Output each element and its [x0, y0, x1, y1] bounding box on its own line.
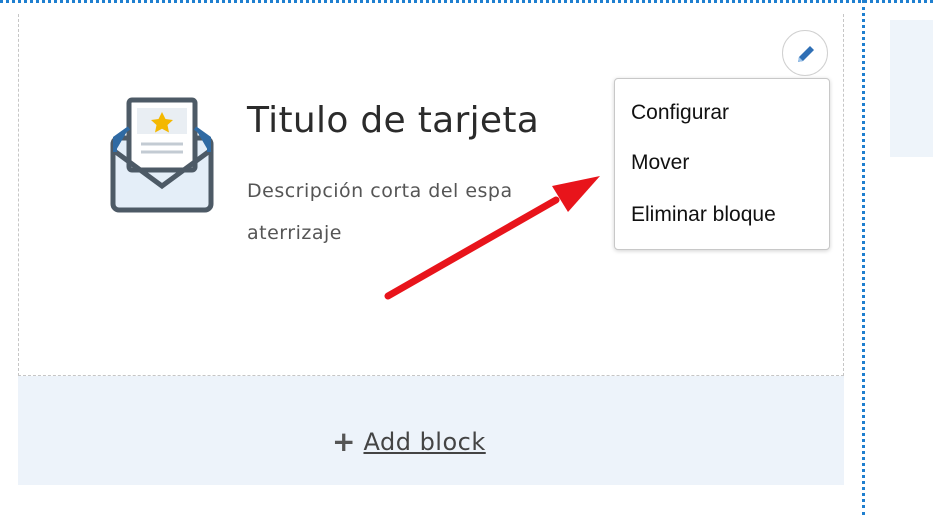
- menu-item-eliminar-bloque[interactable]: Eliminar bloque: [631, 203, 776, 227]
- card-description-line: aterrizaje: [247, 222, 342, 244]
- plus-icon: +: [332, 425, 356, 458]
- pencil-icon: [798, 46, 814, 62]
- card-title: Titulo de tarjeta: [247, 100, 540, 141]
- edit-block-button[interactable]: [782, 30, 828, 76]
- menu-item-configurar[interactable]: Configurar: [631, 101, 729, 125]
- block-context-menu: Configurar Mover Eliminar bloque: [614, 78, 830, 250]
- adjacent-block-preview[interactable]: [890, 20, 933, 157]
- add-block-button[interactable]: + Add block: [332, 425, 486, 458]
- region-top-border: [0, 0, 933, 3]
- envelope-star-icon: [110, 97, 214, 213]
- region-divider: [862, 0, 865, 515]
- card-description: Descripción corta del espa aterrizaje: [247, 170, 607, 254]
- menu-item-mover[interactable]: Mover: [631, 151, 689, 175]
- add-block-label: Add block: [363, 427, 486, 456]
- card-description-line: Descripción corta del espa: [247, 180, 513, 202]
